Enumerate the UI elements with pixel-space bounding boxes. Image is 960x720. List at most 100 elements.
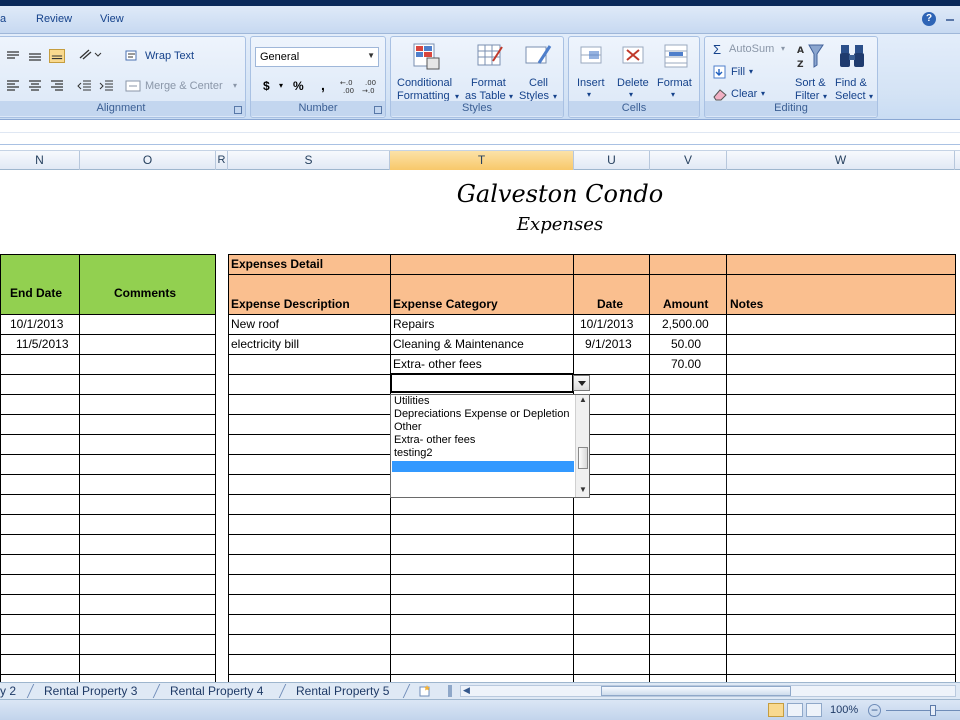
page-layout-view-icon[interactable] [787, 703, 803, 717]
clear-button[interactable]: Clear [731, 88, 757, 100]
expense-category-cell[interactable]: Repairs [393, 317, 434, 331]
expense-description-cell[interactable]: electricity bill [231, 337, 299, 351]
format-as-table-button[interactable]: Format [471, 77, 506, 89]
chevron-down-icon: ▾ [761, 89, 766, 98]
page-break-view-icon[interactable] [806, 703, 822, 717]
column-header-v[interactable]: V [650, 151, 727, 170]
column-header-t[interactable]: T [390, 151, 574, 170]
worksheet-grid[interactable]: Galveston Condo Expenses End Date Commen… [0, 170, 960, 682]
tab-review[interactable]: Review [36, 13, 72, 25]
currency-button[interactable]: $ [263, 79, 270, 93]
align-middle-icon[interactable] [27, 49, 43, 63]
expense-date-cell[interactable]: 10/1/2013 [580, 317, 633, 331]
normal-view-icon[interactable] [768, 703, 784, 717]
zoom-slider[interactable] [886, 710, 960, 711]
delete-button[interactable]: Delete [617, 77, 649, 89]
sheet-tab-rental-property-2[interactable]: y 2 [0, 684, 16, 698]
column-header-w[interactable]: W [727, 151, 955, 170]
wrap-text-button[interactable]: Wrap Text [145, 50, 194, 62]
decrease-indent-icon[interactable] [77, 78, 93, 92]
dropdown-option[interactable]: Utilities [394, 395, 429, 408]
expense-amount-cell[interactable]: 2,500.00 [662, 317, 709, 331]
tab-split-handle[interactable] [448, 685, 452, 697]
column-header-n[interactable]: N [0, 151, 80, 170]
sheet-tab-rental-property-4[interactable]: Rental Property 4 [170, 684, 263, 698]
currency-dropdown-icon[interactable]: ▾ [279, 81, 283, 90]
dropdown-option[interactable]: Depreciations Expense or Depletion [394, 408, 570, 421]
scroll-down-icon[interactable]: ▼ [579, 485, 587, 494]
merge-center-icon[interactable] [125, 79, 141, 93]
formula-bar[interactable] [0, 121, 960, 145]
horizontal-scroll-thumb[interactable] [601, 686, 791, 696]
sort-filter-button[interactable]: Sort & [795, 77, 826, 89]
grid-horizontal-line [228, 274, 956, 275]
comma-button[interactable]: , [321, 77, 325, 93]
percent-button[interactable]: % [293, 79, 304, 93]
tab-data[interactable]: a [0, 13, 6, 25]
increase-decimal-icon[interactable]: ←.0.00 [339, 77, 359, 95]
horizontal-scrollbar[interactable]: ◀ [460, 685, 956, 697]
expense-category-header: Expense Category [393, 297, 498, 311]
fill-button[interactable]: Fill [731, 66, 745, 78]
insert-sheet-icon[interactable] [418, 684, 432, 698]
dropdown-option[interactable]: Extra- other fees [394, 434, 475, 447]
svg-text:.00: .00 [343, 87, 354, 95]
dropdown-option[interactable]: testing2 [394, 447, 433, 460]
expense-date-cell[interactable]: 9/1/2013 [585, 337, 632, 351]
align-bottom-icon[interactable] [49, 49, 65, 63]
expense-description-cell[interactable]: New roof [231, 317, 279, 331]
column-header-u[interactable]: U [574, 151, 650, 170]
validation-dropdown-list[interactable]: Utilities Depreciations Expense or Deple… [390, 394, 590, 498]
expense-category-cell[interactable]: Extra- other fees [393, 357, 482, 371]
align-left-icon[interactable] [5, 78, 21, 92]
number-dialog-launcher[interactable] [374, 106, 382, 114]
align-center-icon[interactable] [27, 78, 43, 92]
format-button[interactable]: Format [657, 77, 692, 89]
tab-view[interactable]: View [100, 13, 124, 25]
merge-dropdown-icon[interactable]: ▾ [233, 81, 237, 90]
dropdown-arrow-button[interactable] [573, 375, 590, 391]
end-date-cell[interactable]: 10/1/2013 [10, 317, 63, 331]
scroll-up-icon[interactable]: ▲ [579, 395, 587, 404]
formula-bar-divider [0, 132, 960, 133]
column-header-s[interactable]: S [228, 151, 390, 170]
grid-horizontal-line [0, 574, 216, 575]
conditional-formatting-button[interactable]: Conditional [397, 77, 452, 89]
increase-indent-icon[interactable] [99, 78, 115, 92]
minimize-ribbon-icon[interactable] [946, 19, 954, 21]
alignment-group: Wrap Text Merge & Center ▾ Alignment [0, 36, 246, 118]
align-right-icon[interactable] [49, 78, 65, 92]
zoom-level[interactable]: 100% [830, 704, 858, 716]
column-header-o[interactable]: O [80, 151, 216, 170]
end-date-cell[interactable]: 11/5/2013 [16, 337, 69, 351]
grid-horizontal-line [0, 254, 216, 255]
scroll-left-icon[interactable]: ◀ [463, 685, 470, 696]
zoom-out-icon[interactable]: − [868, 704, 881, 717]
decrease-decimal-icon[interactable]: .00→.0 [361, 77, 381, 95]
number-format-select[interactable]: General ▼ [255, 47, 379, 67]
expense-amount-cell[interactable]: 50.00 [671, 337, 701, 351]
cell-styles-button[interactable]: Cell [529, 77, 548, 89]
wrap-text-icon[interactable] [125, 49, 141, 63]
sheet-tab-rental-property-5[interactable]: Rental Property 5 [296, 684, 389, 698]
sheet-tab-rental-property-3[interactable]: Rental Property 3 [44, 684, 137, 698]
column-header-r[interactable]: R [216, 151, 228, 170]
expense-category-cell[interactable]: Cleaning & Maintenance [393, 337, 524, 351]
chevron-down-icon: ▾ [823, 92, 828, 101]
format-as-table-icon [477, 44, 503, 66]
dropdown-scroll-thumb[interactable] [578, 447, 588, 469]
autosum-button[interactable]: AutoSum [729, 43, 774, 55]
merge-center-button[interactable]: Merge & Center [145, 80, 223, 92]
find-select-button[interactable]: Find & [835, 77, 867, 89]
orientation-icon[interactable] [77, 47, 103, 61]
expense-amount-cell[interactable]: 70.00 [671, 357, 701, 371]
dropdown-option[interactable]: Other [394, 421, 422, 434]
insert-button[interactable]: Insert [577, 77, 605, 89]
help-icon[interactable]: ? [922, 12, 936, 26]
grid-horizontal-line [0, 474, 216, 475]
active-cell[interactable] [390, 373, 574, 393]
zoom-slider-knob[interactable] [930, 705, 936, 716]
align-top-icon[interactable] [5, 49, 21, 63]
dropdown-scrollbar[interactable]: ▲ ▼ [575, 395, 589, 497]
alignment-dialog-launcher[interactable] [234, 106, 242, 114]
